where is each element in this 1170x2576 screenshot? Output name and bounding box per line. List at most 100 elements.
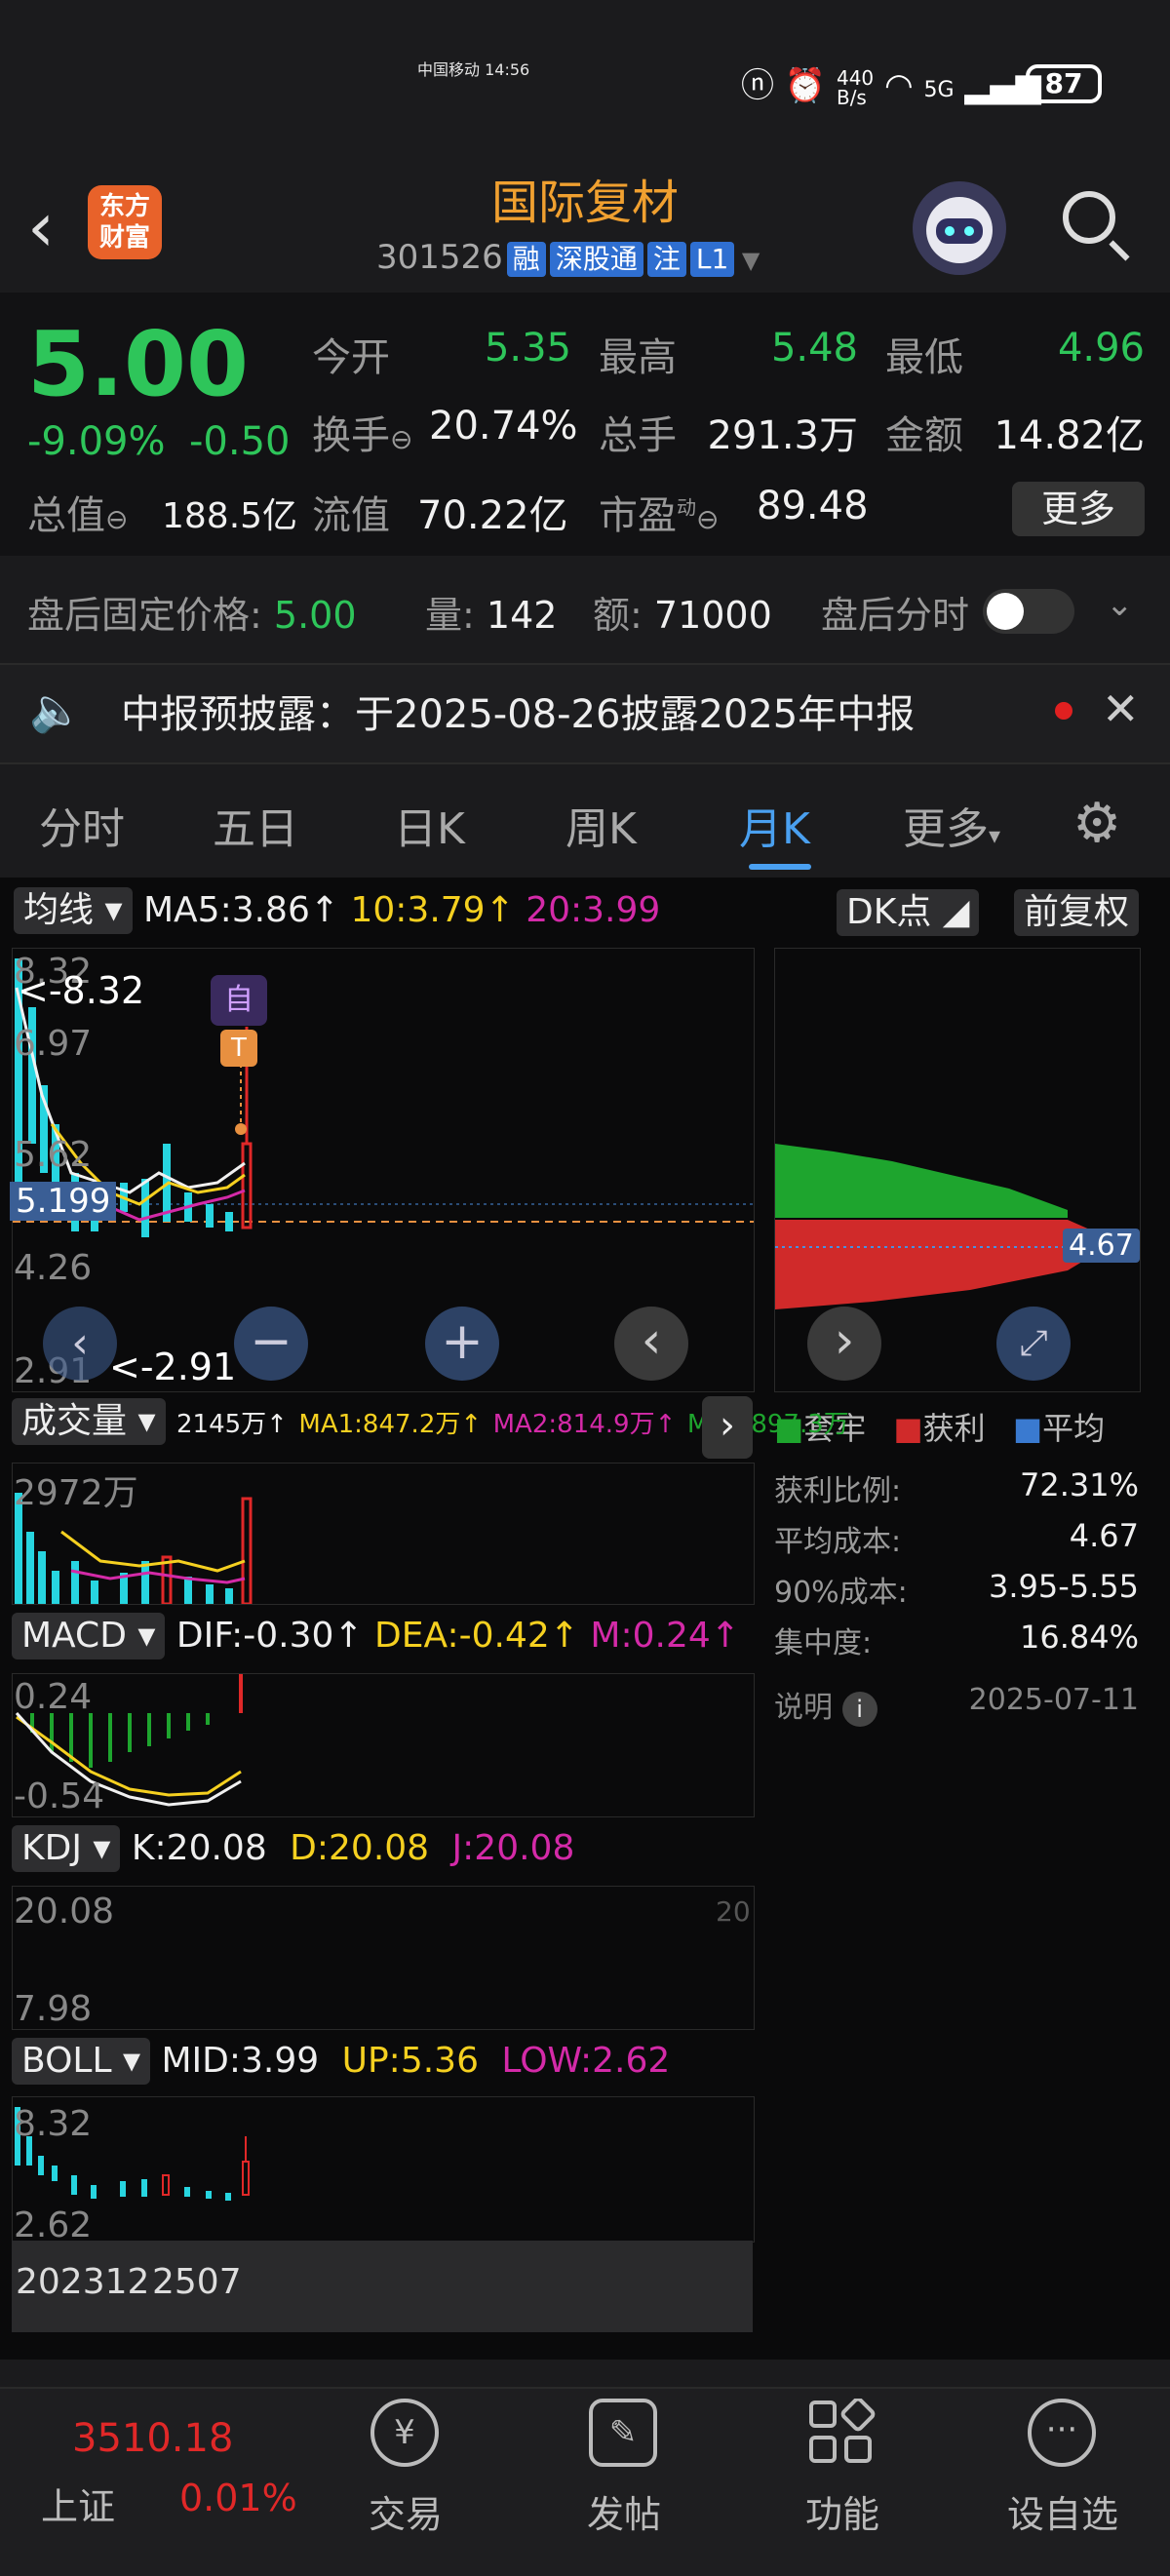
after-hours-toggle[interactable] xyxy=(983,589,1074,634)
battery-icon: 87 xyxy=(1026,64,1102,103)
adjust-button[interactable]: 前复权 xyxy=(1014,889,1140,936)
zoom-in-icon[interactable]: + xyxy=(425,1307,499,1381)
market-cap-label[interactable]: 总值⊖ xyxy=(27,484,128,540)
carrier-label: 中国移动 14:56 xyxy=(417,60,530,79)
nav-function[interactable]: 功能 xyxy=(764,2484,920,2538)
index-value[interactable]: 3510.18 xyxy=(72,2416,233,2461)
tag-sgt: 深股通 xyxy=(549,242,644,277)
y-label-4: 4.26 xyxy=(14,1248,93,1288)
turnover-label[interactable]: 换手⊖ xyxy=(312,404,412,460)
cost90-label: 90%成本: xyxy=(774,1576,908,1610)
kdj-right-label: 20 xyxy=(716,1895,751,1928)
y-label-2: 6.97 xyxy=(14,1024,93,1064)
kdj-select[interactable]: KDJ ▾ xyxy=(12,1825,121,1872)
active-tab-indicator xyxy=(749,864,811,870)
pe-value: 89.48 xyxy=(757,484,869,528)
macd-row: MACD ▾ DIF:-0.30↑ DEA:-0.42↑ M:0.24↑ xyxy=(12,1613,740,1659)
ma-row: 均线 ▾ MA5:3.86↑ 10:3.79↑ 20:3.99 xyxy=(14,887,660,934)
chip-distribution-panel[interactable] xyxy=(774,948,1141,1392)
float-cap-value: 70.22亿 xyxy=(417,493,568,538)
tag-zhu: 注 xyxy=(646,242,686,277)
macd-panel[interactable] xyxy=(12,1673,755,1817)
tab-five-day[interactable]: 五日 xyxy=(213,794,298,856)
chevron-down-icon[interactable]: ⌄ xyxy=(1106,585,1134,624)
turnover-value: 20.74% xyxy=(429,404,578,449)
tag-rong: 融 xyxy=(506,242,546,277)
tab-more[interactable]: 更多▾ xyxy=(903,794,1000,856)
post-icon[interactable]: ✎ xyxy=(589,2399,657,2467)
macd-top-label: 0.24 xyxy=(14,1677,93,1717)
zoom-out-icon[interactable]: − xyxy=(234,1307,308,1381)
kdj-panel[interactable] xyxy=(12,1886,755,2030)
volume-select[interactable]: 成交量 ▾ xyxy=(12,1398,166,1445)
ma-select[interactable]: 均线 ▾ xyxy=(14,887,133,934)
more-button[interactable]: 更多 xyxy=(1012,482,1145,536)
index-change[interactable]: 0.01% xyxy=(179,2477,297,2519)
signal-5g: 5G xyxy=(923,78,955,102)
boll-select[interactable]: BOLL ▾ xyxy=(12,2038,151,2085)
float-cap-label: 流值 xyxy=(312,493,390,538)
index-name[interactable]: 上证 xyxy=(41,2477,115,2530)
macd-bottom-label: -0.54 xyxy=(14,1776,105,1816)
dk-point-button[interactable]: DK点 ◢ xyxy=(837,889,980,936)
high-value: 5.48 xyxy=(770,326,858,371)
x-axis-start: 202312 xyxy=(16,2262,150,2302)
avg-cost-row-label: 平均成本: xyxy=(774,1525,902,1559)
nav-trade[interactable]: 交易 xyxy=(328,2484,484,2538)
chevron-left-icon[interactable]: ‹ xyxy=(43,1307,117,1381)
nav-post[interactable]: 发帖 xyxy=(546,2484,702,2538)
low-note: <-2.91 xyxy=(109,1346,237,1388)
trade-icon[interactable]: ¥ xyxy=(370,2399,439,2467)
concentration-value: 16.84% xyxy=(1019,1619,1139,1656)
speaker-icon: 🔈 xyxy=(29,685,83,735)
tab-intraday[interactable]: 分时 xyxy=(39,794,125,856)
chip-date: 2025-07-11 xyxy=(968,1683,1139,1717)
tag-l1: L1 xyxy=(689,242,735,277)
info-icon: ⊖ xyxy=(105,503,129,535)
function-grid-icon[interactable] xyxy=(807,2397,876,2467)
concentration-label: 集中度: xyxy=(774,1626,873,1660)
nfc-icon: ⓝ xyxy=(741,66,774,105)
marker-zi[interactable]: 自 xyxy=(211,975,267,1026)
chevron-right-icon[interactable]: › xyxy=(702,1396,753,1459)
search-icon[interactable] xyxy=(1063,191,1115,244)
nav-add-watchlist[interactable]: 设自选 xyxy=(985,2484,1141,2538)
marker-t[interactable]: T xyxy=(220,1030,257,1067)
chip-note[interactable]: 说明 i xyxy=(774,1683,878,1727)
after-hours-price: 盘后固定价格: 5.00 xyxy=(27,594,357,637)
boll-row: BOLL ▾ MID:3.99 UP:5.36 LOW:2.62 xyxy=(12,2038,670,2085)
tab-weekly[interactable]: 周K xyxy=(566,794,637,856)
amount-label: 金额 xyxy=(885,413,963,458)
boll-top-label: 8.32 xyxy=(14,2104,93,2144)
chevron-down-icon[interactable]: ▼ xyxy=(734,247,760,274)
info-icon: ⊖ xyxy=(696,503,720,535)
current-price: 5.00 xyxy=(27,312,249,416)
volume-top-label: 2972万 xyxy=(14,1473,138,1513)
change-pct: -9.09% xyxy=(27,419,166,464)
low-value: 4.96 xyxy=(1057,326,1145,371)
low-label: 最低 xyxy=(885,335,963,380)
volume-label: 总手 xyxy=(599,413,677,458)
pe-label[interactable]: 市盈动⊖ xyxy=(599,484,719,540)
high-label: 最高 xyxy=(599,335,677,380)
change-amount: -0.50 xyxy=(189,419,291,464)
chevron-left-icon[interactable]: ‹ xyxy=(614,1307,688,1381)
open-value: 5.35 xyxy=(484,326,571,371)
notice-text[interactable]: 中报预披露：于2025-08-26披露2025年中报 xyxy=(121,683,915,739)
assistant-robot-icon[interactable] xyxy=(913,181,1006,275)
more-dots-icon[interactable]: ··· xyxy=(1028,2399,1096,2467)
info-icon: ⊖ xyxy=(390,423,413,455)
current-price-line-label: 5.199 xyxy=(10,1182,117,1221)
net-speed: 440 B/s xyxy=(836,65,875,109)
after-hours-amount: 额: 71000 xyxy=(593,594,772,637)
high-note: <-8.32 xyxy=(18,969,145,1012)
tab-monthly[interactable]: 月K xyxy=(739,794,810,856)
close-icon[interactable]: ✕ xyxy=(1102,683,1140,735)
avg-cost-label: 4.67 xyxy=(1063,1229,1140,1263)
macd-select[interactable]: MACD ▾ xyxy=(12,1613,166,1659)
boll-panel[interactable] xyxy=(12,2096,755,2243)
cost90-value: 3.95-5.55 xyxy=(988,1568,1139,1605)
settings-gear-icon[interactable]: ⚙ xyxy=(1072,792,1121,855)
amount-value: 14.82亿 xyxy=(994,413,1145,458)
tab-daily[interactable]: 日K xyxy=(394,794,465,856)
